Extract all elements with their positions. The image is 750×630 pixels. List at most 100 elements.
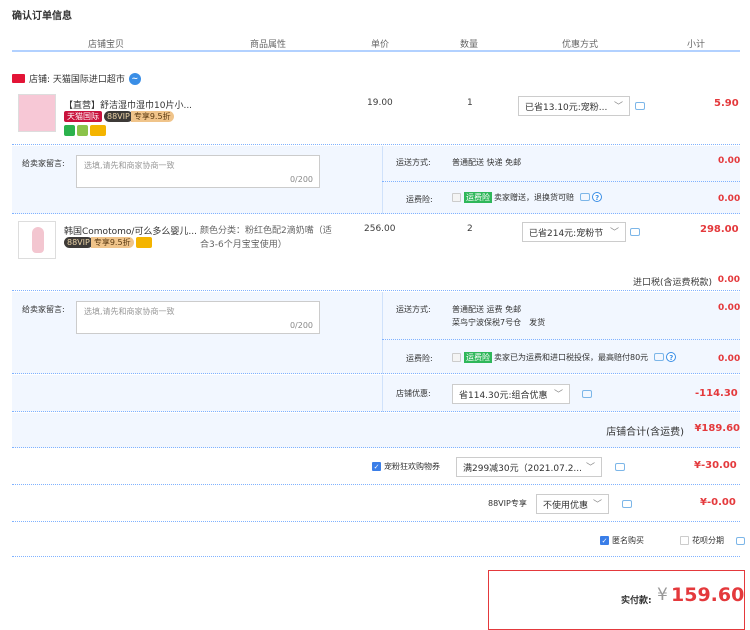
vip-amount: ¥-0.00: [700, 497, 736, 508]
chat-icon[interactable]: [630, 228, 640, 236]
vip-label: 88VIP专享: [488, 499, 527, 508]
coupon-value: 满299减30元（2021.07.2...: [463, 464, 583, 474]
item-badges: 88VIP 专享9.5折: [64, 237, 154, 248]
item-badges: 天猫国际 88VIP 专享9.5折: [64, 111, 176, 122]
wangwang-chat-icon[interactable]: ~: [128, 72, 141, 85]
shop-total-value: ¥189.60: [694, 423, 740, 434]
chat-icon[interactable]: [622, 500, 632, 508]
message-label: 给卖家留言:: [22, 305, 65, 314]
col-goods: 店铺宝贝: [88, 40, 125, 50]
huabei-label: 花呗分期: [692, 536, 724, 545]
tmall-icon: [12, 74, 25, 83]
tmall-global-badge: 天猫国际: [64, 111, 102, 122]
discount-select-value: 已省13.10元:宠粉...: [525, 103, 608, 113]
col-price: 单价: [371, 40, 390, 50]
seven-day-return-icon: [64, 125, 75, 136]
seller-message-input[interactable]: 选填,请先和商家协商一致 0/200: [76, 301, 320, 334]
discount-select[interactable]: 已省13.10元:宠粉... ﹀: [518, 96, 630, 116]
unit-price: 19.00: [367, 98, 393, 108]
vip-select[interactable]: 不使用优惠 ﹀: [536, 494, 609, 514]
anonymous-label: 匿名购买: [612, 536, 644, 545]
pay-amount: 159.60: [671, 584, 745, 606]
chat-icon[interactable]: [635, 102, 645, 110]
insurance-checkbox[interactable]: [452, 353, 461, 362]
anonymous-option[interactable]: ✓ 匿名购买: [600, 535, 644, 546]
order-extras-1: 给卖家留言: 选填,请先和商家协商一致 0/200 运送方式: 普通配送 快递 …: [12, 146, 740, 214]
huabei-checkbox[interactable]: [680, 536, 689, 545]
item-name[interactable]: 【直营】舒洁湿巾湿巾10片小...: [64, 98, 192, 111]
shipping-method: 普通配送 快递 免邮: [452, 158, 522, 167]
message-placeholder: 选填,请先和商家协商一致: [84, 307, 175, 316]
order-extras-2: 给卖家留言: 选填,请先和商家协商一致 0/200 运送方式: 普通配送 运费 …: [12, 292, 740, 374]
insurance-label: 运费险:: [406, 354, 433, 363]
column-header: 店铺宝贝 商品属性 单价 数量 优惠方式 小计: [12, 34, 740, 52]
insurance-label: 运费险:: [406, 195, 433, 204]
shipping-label: 运送方式:: [396, 305, 431, 314]
anonymous-checkbox[interactable]: ✓: [600, 536, 609, 545]
item-subtotal: 5.90: [714, 98, 739, 109]
item-name[interactable]: 韩国Comotomo/可么多么婴儿...: [64, 224, 197, 237]
tax-row: 进口税(含运费税款) 0.00: [12, 271, 740, 291]
chat-icon[interactable]: [736, 537, 745, 545]
card-pay-icon: [90, 125, 106, 136]
coupon-label: 宠粉狂欢购物券: [384, 462, 440, 471]
coupon-row: ✓ 宠粉狂欢购物券 满299减30元（2021.07.2... ﹀ ¥-30.00: [12, 449, 740, 485]
insurance-info: 运费险 卖家已为运费和进口税投保，最高赔付80元 ?: [452, 352, 677, 363]
divider: [382, 375, 383, 412]
coupon-checkbox[interactable]: ✓: [372, 462, 381, 471]
chat-icon[interactable]: [653, 353, 664, 361]
shop-discount-value: 省114.30元:组合优惠: [459, 391, 548, 401]
coupon-select[interactable]: 满299减30元（2021.07.2... ﹀: [456, 457, 602, 477]
shop-discount-row: 店铺优惠: 省114.30元:组合优惠 ﹀ -114.30: [12, 375, 740, 412]
chat-icon[interactable]: [579, 193, 590, 201]
vip-discount-badge: 专享9.5折: [130, 111, 174, 122]
shop-discount-label: 店铺优惠:: [396, 389, 431, 398]
tax-value: 0.00: [717, 275, 740, 285]
vip-badge: 88VIP: [104, 111, 133, 122]
help-icon[interactable]: ?: [592, 192, 603, 202]
item-thumbnail[interactable]: [18, 94, 56, 132]
divider: [382, 292, 383, 374]
quantity: 2: [467, 224, 473, 234]
chevron-down-icon: ﹀: [592, 500, 602, 510]
col-subtotal: 小计: [687, 40, 706, 50]
item-thumbnail[interactable]: [18, 221, 56, 259]
shop-total-label: 店铺合计(含运费): [606, 427, 684, 438]
chat-icon[interactable]: [615, 463, 625, 471]
col-discount: 优惠方式: [562, 40, 599, 50]
vip-value: 不使用优惠: [543, 501, 589, 511]
help-icon[interactable]: ?: [666, 352, 677, 362]
item-attributes: 颜色分类：粉红色配2滴奶嘴（适合3-6个月宝宝使用）: [200, 226, 332, 250]
quantity: 1: [467, 98, 473, 108]
insurance-text: 卖家赠送，退换货可赔: [494, 193, 574, 202]
chevron-down-icon: ﹀: [609, 228, 619, 238]
col-qty: 数量: [460, 40, 479, 50]
item-row: 韩国Comotomo/可么多么婴儿... 88VIP 专享9.5折 颜色分类：粉红…: [12, 215, 740, 265]
vip-row: 88VIP专享 不使用优惠 ﹀ ¥-0.00: [12, 486, 740, 522]
divider: [382, 146, 383, 214]
chevron-down-icon: ﹀: [553, 390, 563, 400]
service-icons: [64, 125, 108, 136]
insurance-text: 卖家已为运费和进口税投保，最高赔付80元: [494, 353, 649, 362]
divider: [382, 181, 740, 182]
item-row: 【直营】舒洁湿巾湿巾10片小... 天猫国际 88VIP 专享9.5折 19.00 …: [12, 88, 740, 145]
pay-currency: ¥: [657, 585, 668, 605]
bottle-shape: [32, 227, 44, 253]
message-char-count: 0/200: [289, 175, 313, 184]
divider: [382, 339, 740, 340]
seller-message-input[interactable]: 选填,请先和商家协商一致 0/200: [76, 155, 320, 188]
insurance-fee: 0.00: [718, 354, 741, 364]
shipping-fee: 0.00: [718, 303, 741, 313]
chat-icon[interactable]: [582, 390, 592, 398]
message-placeholder: 选填,请先和商家协商一致: [84, 161, 175, 170]
huabei-option[interactable]: 花呗分期: [680, 535, 724, 546]
chevron-down-icon: ﹀: [613, 102, 623, 112]
insurance-badge: 运费险: [464, 192, 492, 203]
insurance-badge: 运费险: [464, 352, 492, 363]
discount-select[interactable]: 已省214元:宠粉节 ﹀: [522, 222, 626, 242]
shop-discount-select[interactable]: 省114.30元:组合优惠 ﹀: [452, 384, 570, 404]
shop-name[interactable]: 店铺: 天猫国际进口超市: [29, 72, 125, 85]
unit-price: 256.00: [364, 224, 396, 234]
insurance-checkbox[interactable]: [452, 193, 461, 202]
chevron-down-icon: ﹀: [585, 463, 595, 473]
